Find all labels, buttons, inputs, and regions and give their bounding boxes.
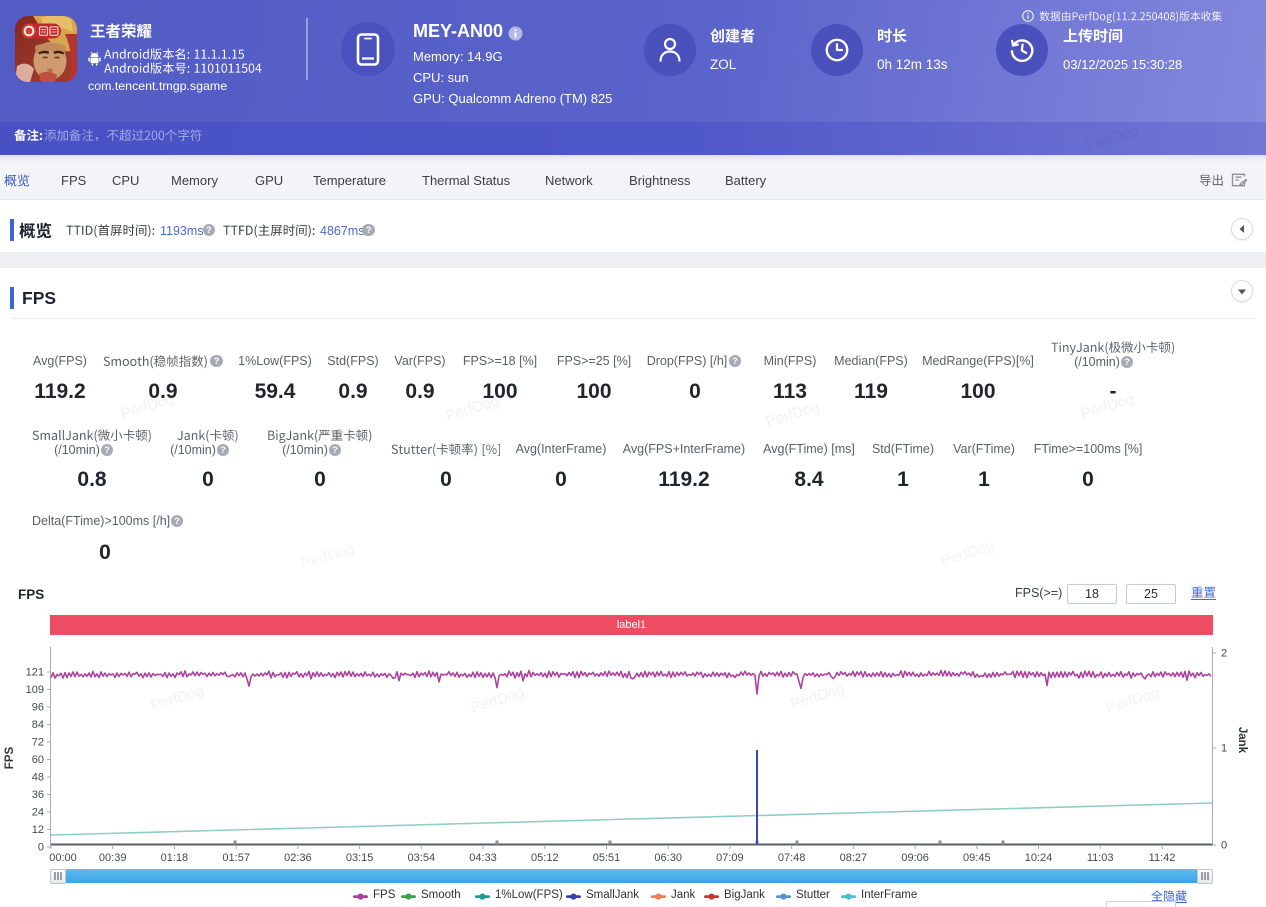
svg-text:07:48: 07:48: [778, 852, 806, 864]
svg-text:109: 109: [26, 684, 44, 696]
svg-text:36: 36: [32, 789, 44, 801]
svg-text:04:33: 04:33: [469, 852, 497, 864]
svg-text:0: 0: [38, 842, 44, 854]
svg-text:05:51: 05:51: [593, 852, 621, 864]
svg-text:03:15: 03:15: [346, 852, 374, 864]
svg-text:2: 2: [1221, 648, 1227, 660]
svg-text:01:18: 01:18: [161, 852, 189, 864]
svg-text:08:27: 08:27: [840, 852, 868, 864]
svg-text:84: 84: [32, 719, 44, 731]
svg-text:11:42: 11:42: [1149, 852, 1176, 864]
svg-text:01:57: 01:57: [222, 852, 250, 864]
svg-text:03:54: 03:54: [408, 852, 436, 864]
svg-text:09:06: 09:06: [901, 852, 929, 864]
svg-text:48: 48: [32, 772, 44, 784]
svg-text:00:39: 00:39: [99, 852, 127, 864]
svg-text:02:36: 02:36: [284, 852, 312, 864]
svg-text:10:24: 10:24: [1025, 852, 1053, 864]
svg-text:11:03: 11:03: [1087, 852, 1114, 864]
svg-text:07:09: 07:09: [716, 852, 744, 864]
svg-text:0: 0: [1221, 840, 1227, 852]
svg-text:Jank: Jank: [1236, 727, 1248, 754]
svg-text:06:30: 06:30: [654, 852, 682, 864]
svg-text:24: 24: [32, 807, 44, 819]
svg-text:00:00: 00:00: [49, 852, 77, 864]
svg-text:96: 96: [32, 702, 44, 714]
svg-text:FPS: FPS: [4, 746, 16, 769]
svg-text:12: 12: [32, 824, 44, 836]
svg-text:72: 72: [32, 737, 44, 749]
svg-text:05:12: 05:12: [531, 852, 559, 864]
svg-text:60: 60: [32, 754, 44, 766]
svg-text:121: 121: [26, 667, 44, 679]
svg-text:1: 1: [1221, 743, 1227, 755]
svg-text:09:45: 09:45: [963, 852, 991, 864]
